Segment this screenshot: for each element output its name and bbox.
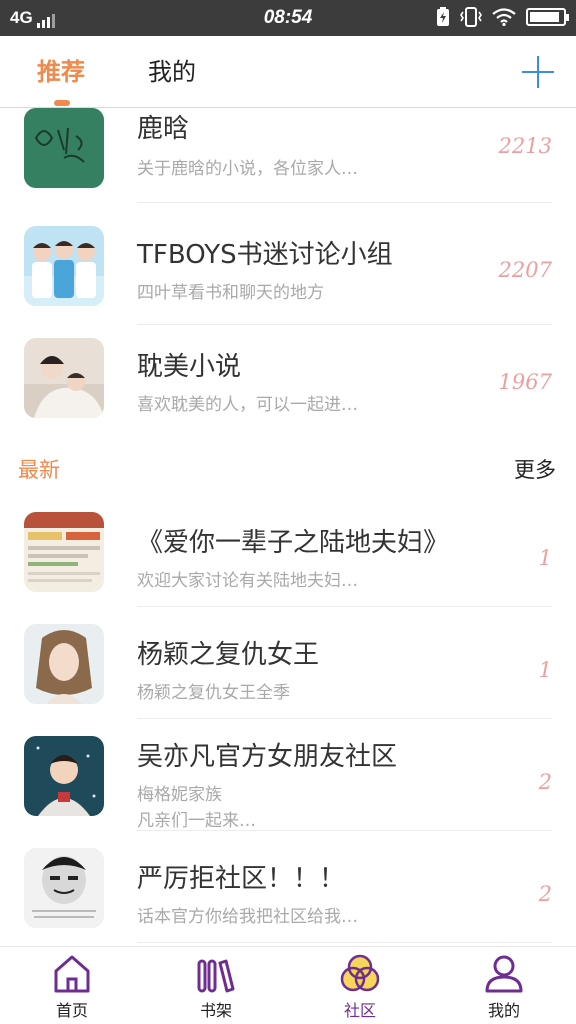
community-title: 耽美小说 — [137, 352, 242, 382]
community-title: 鹿晗 — [137, 114, 190, 144]
community-avatar — [24, 624, 104, 704]
member-count: 2 — [538, 770, 552, 794]
divider — [137, 202, 552, 203]
battery-icon — [526, 8, 569, 26]
member-count: 2207 — [498, 258, 552, 282]
member-count: 2 — [538, 882, 552, 906]
nav-profile-label: 我的 — [487, 1001, 520, 1020]
community-icon — [340, 954, 380, 992]
community-title: 吴亦凡官方女朋友社区 — [137, 742, 398, 772]
community-title: 严厉拒社区！！！ — [137, 864, 346, 894]
community-avatar — [24, 512, 104, 592]
community-avatar — [24, 108, 104, 188]
community-avatar — [24, 736, 104, 816]
nav-profile[interactable]: 我的 — [432, 947, 576, 1024]
list-item[interactable]: TFBOYS书迷讨论小组 四叶草看书和聊天的地方 2207 — [0, 212, 576, 325]
nav-bookshelf[interactable]: 书架 — [144, 947, 288, 1024]
top-tab-bar: 推荐 我的 — [0, 36, 576, 108]
vibrate-icon — [460, 7, 482, 27]
list-item[interactable]: 鹿晗 关于鹿晗的小说，各位家人… 2213 — [0, 108, 576, 212]
member-count: 1967 — [498, 370, 552, 394]
list-item[interactable]: 严厉拒社区！！！ 话本官方你给我把社区给我… 2 — [0, 836, 576, 946]
community-title: TFBOYS书迷讨论小组 — [137, 240, 393, 270]
divider — [137, 942, 552, 943]
status-bar: 4G 08:54 — [0, 0, 576, 36]
status-icons — [436, 7, 569, 27]
community-description: 喜欢耽美的人，可以一起进… — [137, 395, 358, 415]
member-count: 1 — [538, 658, 552, 682]
bottom-navigation: 首页 书架 社区 我的 — [0, 946, 576, 1024]
more-link[interactable]: 更多 — [514, 454, 556, 484]
community-avatar — [24, 338, 104, 418]
plus-icon[interactable] — [522, 56, 554, 88]
nav-home[interactable]: 首页 — [0, 947, 144, 1024]
community-description-line2: 凡亲们一起来… — [137, 811, 256, 831]
list-item[interactable]: 《爱你一辈子之陆地夫妇》 欢迎大家讨论有关陆地夫妇… 1 — [0, 500, 576, 612]
wifi-icon — [492, 8, 516, 26]
community-avatar — [24, 848, 104, 928]
divider — [137, 606, 552, 607]
list-item[interactable]: 杨颖之复仇女王 杨颖之复仇女王全季 1 — [0, 612, 576, 724]
nav-home-label: 首页 — [55, 1001, 88, 1020]
list-item[interactable]: 吴亦凡官方女朋友社区 梅格妮家族 凡亲们一起来… 2 — [0, 724, 576, 836]
community-description: 关于鹿晗的小说，各位家人… — [137, 159, 358, 179]
community-title: 《爱你一辈子之陆地夫妇》 — [137, 528, 450, 558]
profile-icon — [485, 955, 523, 993]
community-title: 杨颖之复仇女王 — [137, 640, 320, 670]
active-tab-indicator — [54, 100, 70, 106]
member-count: 2213 — [498, 134, 552, 158]
community-description: 梅格妮家族 — [137, 785, 222, 805]
divider — [137, 830, 552, 831]
community-description: 欢迎大家讨论有关陆地夫妇… — [137, 571, 358, 591]
community-description: 杨颖之复仇女王全季 — [137, 683, 290, 703]
community-description: 四叶草看书和聊天的地方 — [137, 283, 324, 303]
bookshelf-icon — [197, 959, 235, 993]
tab-recommended[interactable]: 推荐 — [37, 56, 85, 88]
list-item[interactable]: 耽美小说 喜欢耽美的人，可以一起进… 1967 — [0, 324, 576, 436]
divider — [137, 718, 552, 719]
community-avatar — [24, 226, 104, 306]
community-list: 鹿晗 关于鹿晗的小说，各位家人… 2213 TFBOYS书迷讨论小组 四叶草看书… — [0, 108, 576, 946]
nav-bookshelf-label: 书架 — [199, 1001, 232, 1020]
battery-saver-icon — [437, 7, 449, 26]
nav-community[interactable]: 社区 — [288, 947, 432, 1024]
home-icon — [54, 955, 90, 993]
member-count: 1 — [538, 546, 552, 570]
latest-section-title: 最新 — [18, 458, 60, 482]
community-description: 话本官方你给我把社区给我… — [137, 907, 358, 927]
nav-community-label: 社区 — [343, 1001, 376, 1020]
tab-mine[interactable]: 我的 — [148, 56, 196, 88]
latest-section-header: 最新 更多 — [0, 436, 576, 496]
